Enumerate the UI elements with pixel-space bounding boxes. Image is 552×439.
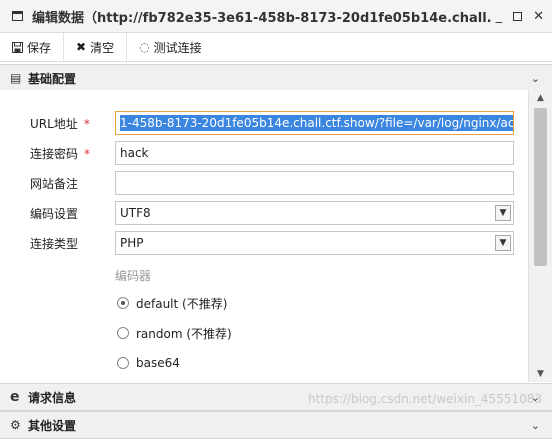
window-icon [12, 11, 23, 21]
minimize-icon[interactable]: _ [496, 10, 503, 23]
remark-input[interactable] [115, 171, 514, 195]
toolbar: 保存 ✖ 清空 ◌ 测试连接 [0, 33, 552, 62]
url-label: URL地址 * [30, 116, 90, 131]
remark-label: 网站备注 [30, 176, 79, 191]
chevron-down-icon: ⌄ [530, 419, 540, 432]
window-title: 编辑数据（http://fb782e35-3e61-458b-8173-20d1… [32, 10, 492, 26]
encoding-value: UTF8 [120, 206, 151, 220]
remark-row: 网站备注 [30, 171, 114, 195]
required-mark: * [84, 146, 91, 161]
watermark: https://blog.csdn.net/weixin_45551083 [307, 392, 542, 406]
section-basic-config-label: 基础配置 [28, 71, 77, 86]
encoder-option-label: default (不推荐) [136, 296, 228, 311]
document-icon: ▤ [10, 71, 22, 85]
radio-icon[interactable] [117, 327, 129, 339]
type-row: 连接类型 [30, 231, 114, 255]
password-value: hack [120, 146, 149, 160]
password-label: 连接密码 * [30, 146, 91, 161]
encoder-option-base64[interactable]: base64 [117, 353, 180, 373]
save-icon [12, 41, 23, 53]
title-bar: 编辑数据（http://fb782e35-3e61-458b-8173-20d1… [0, 0, 552, 33]
window-controls: _ ✕ [496, 0, 544, 32]
encoding-label: 编码设置 [30, 206, 79, 221]
encoder-option-label: random (不推荐) [136, 326, 232, 341]
gears-icon: ⚙ [10, 418, 21, 432]
encoding-row: 编码设置 [30, 201, 114, 225]
chevron-down-icon[interactable]: ▼ [495, 205, 511, 221]
encoding-select[interactable]: UTF8 ▼ [115, 201, 514, 225]
clear-label: 清空 [90, 40, 115, 55]
save-label: 保存 [27, 40, 52, 55]
section-other-settings[interactable]: ⚙ 其他设置 ⌄ [0, 411, 552, 439]
test-connection-button[interactable]: ◌ 测试连接 [127, 33, 214, 61]
e-icon: e [10, 389, 20, 405]
scroll-up-icon[interactable]: ▲ [529, 90, 552, 106]
chevron-down-icon: ⌄ [530, 72, 540, 85]
encoder-option-random[interactable]: random (不推荐) [117, 323, 232, 343]
section-other-settings-label: 其他设置 [28, 418, 77, 433]
password-row: 连接密码 * [30, 141, 114, 165]
section-request-info-label: 请求信息 [28, 390, 77, 405]
scroll-down-icon[interactable]: ▼ [529, 366, 552, 382]
test-connection-label: 测试连接 [153, 40, 202, 55]
close-icon[interactable]: ✕ [533, 10, 544, 23]
encoder-title: 编码器 [115, 269, 152, 283]
type-select[interactable]: PHP ▼ [115, 231, 514, 255]
chevron-down-icon[interactable]: ▼ [495, 235, 511, 251]
scroll-thumb[interactable] [534, 108, 547, 266]
radio-icon[interactable] [117, 357, 129, 369]
encoder-option-default[interactable]: default (不推荐) [117, 293, 227, 313]
url-row: URL地址 * [30, 111, 114, 135]
maximize-icon[interactable] [513, 11, 523, 21]
spinner-icon: ◌ [139, 40, 150, 54]
url-value: 1-458b-8173-20d1fe05b14e.chall.ctf.show/… [120, 115, 513, 131]
clear-button[interactable]: ✖ 清空 [64, 33, 128, 61]
url-input[interactable]: 1-458b-8173-20d1fe05b14e.chall.ctf.show/… [115, 111, 514, 135]
type-label: 连接类型 [30, 236, 79, 251]
close-icon: ✖ [76, 40, 87, 54]
basic-config-form: URL地址 * 1-458b-8173-20d1fe05b14e.chall.ct… [0, 90, 528, 382]
radio-checked-icon[interactable] [117, 297, 129, 309]
encoder-option-label: base64 [136, 356, 180, 370]
section-basic-config[interactable]: ▤ 基础配置 ⌄ [0, 64, 552, 92]
type-value: PHP [120, 236, 144, 250]
required-mark: * [83, 116, 90, 131]
form-scrollbar[interactable]: ▲ ▼ [528, 90, 552, 382]
save-button[interactable]: 保存 [0, 33, 65, 61]
password-input[interactable]: hack [115, 141, 514, 165]
